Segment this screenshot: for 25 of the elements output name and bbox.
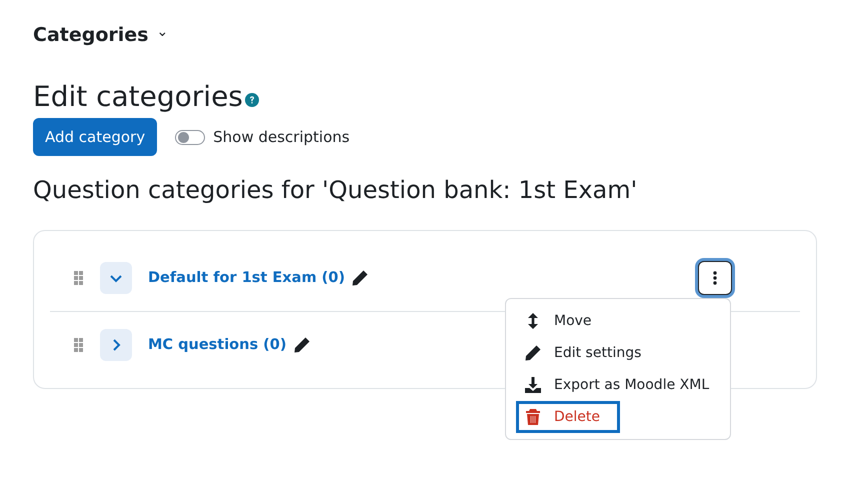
menu-item[interactable]: Delete bbox=[516, 401, 620, 433]
download-icon bbox=[524, 376, 542, 394]
drag-handle-icon[interactable] bbox=[74, 271, 84, 285]
menu-item[interactable]: Edit settings bbox=[506, 337, 730, 369]
toggle-switch[interactable] bbox=[175, 130, 206, 144]
expand-toggle[interactable] bbox=[100, 329, 132, 361]
category-link[interactable]: Default for 1st Exam (0) bbox=[148, 270, 345, 286]
help-icon[interactable] bbox=[244, 93, 259, 107]
kebab-icon bbox=[713, 271, 717, 285]
menu-item[interactable]: Move bbox=[506, 305, 730, 337]
pencil-icon[interactable] bbox=[350, 269, 369, 287]
page-heading: Edit categories bbox=[33, 80, 243, 114]
actions-menu-button[interactable] bbox=[698, 261, 732, 295]
drag-handle-icon[interactable] bbox=[74, 338, 84, 352]
add-category-button[interactable]: Add category bbox=[33, 118, 158, 156]
pencil-icon bbox=[524, 344, 542, 362]
toggle-label: Show descriptions bbox=[213, 128, 350, 146]
category-link[interactable]: MC questions (0) bbox=[148, 337, 286, 353]
page-title: Categories bbox=[33, 24, 148, 46]
pencil-icon[interactable] bbox=[292, 336, 310, 354]
expand-toggle[interactable] bbox=[100, 262, 132, 294]
caret-icon[interactable]: ⌄ bbox=[156, 24, 168, 40]
menu-item[interactable]: Export as Moodle XML bbox=[506, 369, 730, 401]
section-heading: Question categories for 'Question bank: 1st Exam' bbox=[33, 175, 638, 206]
trash-icon bbox=[524, 408, 542, 426]
